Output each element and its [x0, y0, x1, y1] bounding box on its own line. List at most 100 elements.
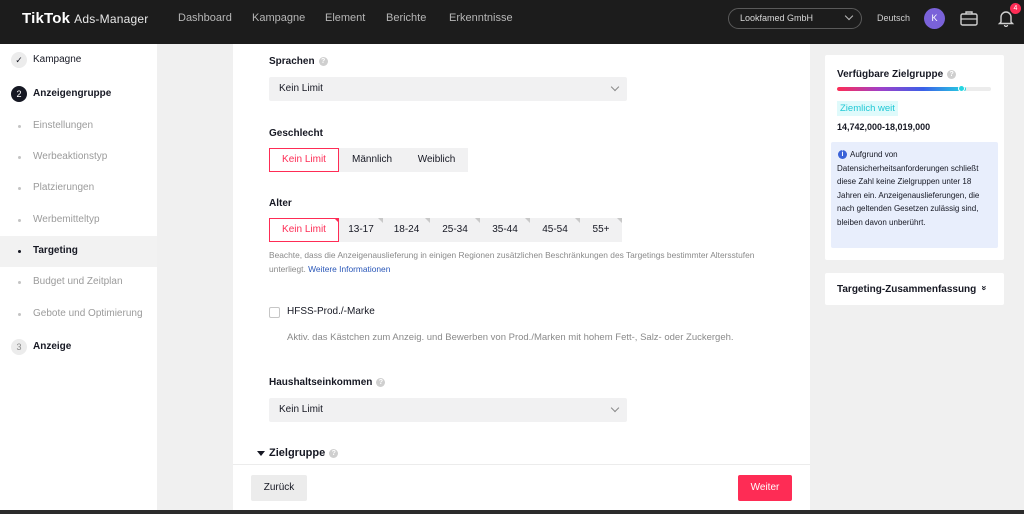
- nav-kampagne[interactable]: Kampagne: [252, 12, 305, 24]
- sidebar-item-gebote[interactable]: Gebote und Optimierung: [0, 299, 157, 330]
- nav-erkenntnisse[interactable]: Erkenntnisse: [449, 12, 513, 24]
- age-option-label: 18-24: [393, 224, 420, 235]
- income-value: Kein Limit: [279, 404, 323, 415]
- step-number: 2: [11, 86, 27, 102]
- nav-berichte[interactable]: Berichte: [386, 12, 426, 24]
- audience-label: Zielgruppe: [269, 447, 326, 459]
- audience-breadth-tag: Ziemlich weit: [837, 101, 898, 116]
- age-label: Alter: [269, 198, 292, 209]
- gender-label: Geschlecht: [269, 128, 323, 139]
- age-option-13-17[interactable]: 13-17: [339, 218, 383, 242]
- account-name: Lookfamed GmbH: [740, 13, 814, 23]
- logo-text: TikTok: [22, 10, 71, 27]
- chevron-down-icon: [610, 403, 620, 413]
- sidebar-item-budget[interactable]: Budget und Zeitplan: [0, 267, 157, 298]
- available-audience-panel: Verfügbare Zielgruppe? Ziemlich weit 14,…: [825, 55, 1004, 260]
- targeting-summary-panel[interactable]: Targeting-Zusammenfassung »: [825, 273, 1004, 305]
- sidebar-item-werbeaktionstyp[interactable]: Werbeaktionstyp: [0, 142, 157, 173]
- summary-title: Targeting-Zusammenfassung: [837, 284, 977, 295]
- age-option-35-44[interactable]: 35-44: [480, 218, 530, 242]
- check-icon: ✓: [11, 52, 27, 68]
- hfss-checkbox[interactable]: [269, 307, 280, 318]
- nav-dashboard[interactable]: Dashboard: [178, 12, 232, 24]
- step-number: 3: [11, 339, 27, 355]
- corner-marker-icon: [617, 218, 622, 223]
- info-box: i Aufgrund von Datensicherheitsanforderu…: [831, 142, 998, 248]
- nav-element[interactable]: Element: [325, 12, 365, 24]
- chevron-down-icon: [610, 82, 620, 92]
- age-restriction-note: Beachte, dass die Anzeigenauslieferung i…: [269, 248, 789, 276]
- avatar[interactable]: K: [924, 8, 945, 29]
- sidebar-item-werbemitteltyp[interactable]: Werbemitteltyp: [0, 205, 157, 236]
- sidebar-item-label: Targeting: [33, 245, 78, 256]
- next-button[interactable]: Weiter: [738, 475, 792, 501]
- sidebar-item-label: Werbeaktionstyp: [33, 151, 108, 162]
- bullet-icon: [18, 219, 21, 222]
- help-icon[interactable]: ?: [376, 378, 386, 387]
- sidebar-item-label: Einstellungen: [33, 120, 94, 131]
- gender-option-female[interactable]: Weiblich: [405, 148, 468, 172]
- help-icon[interactable]: ?: [947, 70, 957, 79]
- sidebar-item-targeting[interactable]: Targeting: [0, 236, 157, 267]
- hfss-description: Aktiv. das Kästchen zum Anzeig. und Bewe…: [287, 332, 734, 343]
- age-option-no-limit[interactable]: Kein Limit: [269, 218, 339, 242]
- bullet-icon: [18, 281, 21, 284]
- step-label: Anzeige: [33, 341, 72, 352]
- audience-size-gauge: [837, 87, 991, 91]
- age-option-label: 13-17: [348, 224, 374, 235]
- more-info-link[interactable]: Weitere Informationen: [308, 264, 390, 274]
- audience-section-toggle[interactable]: Zielgruppe?: [269, 447, 339, 459]
- sidebar-item-label: Werbemitteltyp: [33, 214, 100, 225]
- age-option-label: Kein Limit: [282, 224, 326, 235]
- bullet-icon: [18, 125, 21, 128]
- account-selector[interactable]: Lookfamed GmbH: [728, 8, 862, 29]
- languages-select[interactable]: Kein Limit: [269, 77, 627, 101]
- logo-subtitle: Ads-Manager: [74, 12, 149, 26]
- bullet-icon: [18, 187, 21, 190]
- age-option-label: 35-44: [492, 224, 518, 235]
- language-selector[interactable]: Deutsch: [877, 13, 910, 23]
- caret-down-icon[interactable]: [257, 451, 265, 456]
- age-option-label: 45-54: [542, 224, 568, 235]
- age-option-25-34[interactable]: 25-34: [430, 218, 480, 242]
- gauge-indicator: [958, 85, 965, 92]
- form-footer: Zurück Weiter: [233, 464, 810, 510]
- info-text: Aufgrund von Datensicherheitsanforderung…: [837, 150, 980, 227]
- bullet-icon: [18, 313, 21, 316]
- double-chevron-down-icon[interactable]: »: [980, 285, 990, 290]
- help-icon[interactable]: ?: [318, 57, 328, 66]
- age-option-45-54[interactable]: 45-54: [530, 218, 580, 242]
- age-option-18-24[interactable]: 18-24: [383, 218, 430, 242]
- sidebar-item-platzierungen[interactable]: Platzierungen: [0, 173, 157, 204]
- back-button[interactable]: Zurück: [251, 475, 307, 501]
- age-option-label: 25-34: [442, 224, 468, 235]
- gender-option-no-limit[interactable]: Kein Limit: [269, 148, 339, 172]
- languages-label-text: Sprachen: [269, 56, 315, 67]
- step-label: Anzeigengruppe: [33, 88, 112, 99]
- audience-size-range: 14,742,000-18,019,000: [837, 122, 931, 132]
- income-label: Haushaltseinkommen?: [269, 377, 386, 388]
- sidebar-item-einstellungen[interactable]: Einstellungen: [0, 111, 157, 142]
- briefcase-icon[interactable]: [960, 10, 978, 26]
- chevron-down-icon: [844, 11, 854, 21]
- sidebar-item-label: Budget und Zeitplan: [33, 276, 123, 287]
- help-icon[interactable]: ?: [329, 449, 339, 458]
- income-label-text: Haushaltseinkommen: [269, 377, 373, 388]
- audience-panel-title: Verfügbare Zielgruppe?: [837, 69, 957, 80]
- bullet-icon: [18, 156, 21, 159]
- hfss-label: HFSS-Prod./-Marke: [287, 306, 375, 317]
- targeting-form: Sprachen? Kein Limit Geschlecht Kein Lim…: [233, 44, 810, 464]
- sidebar-item-label: Gebote und Optimierung: [33, 308, 143, 319]
- top-navigation-bar: TikTok Ads-Manager Dashboard Kampagne Ele…: [0, 0, 1024, 44]
- step-label: Kampagne: [33, 54, 82, 65]
- notification-badge: 4: [1010, 3, 1021, 14]
- gender-option-male[interactable]: Männlich: [339, 148, 405, 172]
- languages-label: Sprachen?: [269, 56, 328, 67]
- tiktok-ads-manager-logo[interactable]: TikTok Ads-Manager: [22, 10, 148, 27]
- audience-panel-title-text: Verfügbare Zielgruppe: [837, 69, 944, 80]
- languages-value: Kein Limit: [279, 83, 323, 94]
- age-option-label: 55+: [592, 224, 610, 235]
- window-bottom-edge: [0, 510, 1024, 514]
- income-select[interactable]: Kein Limit: [269, 398, 627, 422]
- age-option-55-plus[interactable]: 55+: [580, 218, 622, 242]
